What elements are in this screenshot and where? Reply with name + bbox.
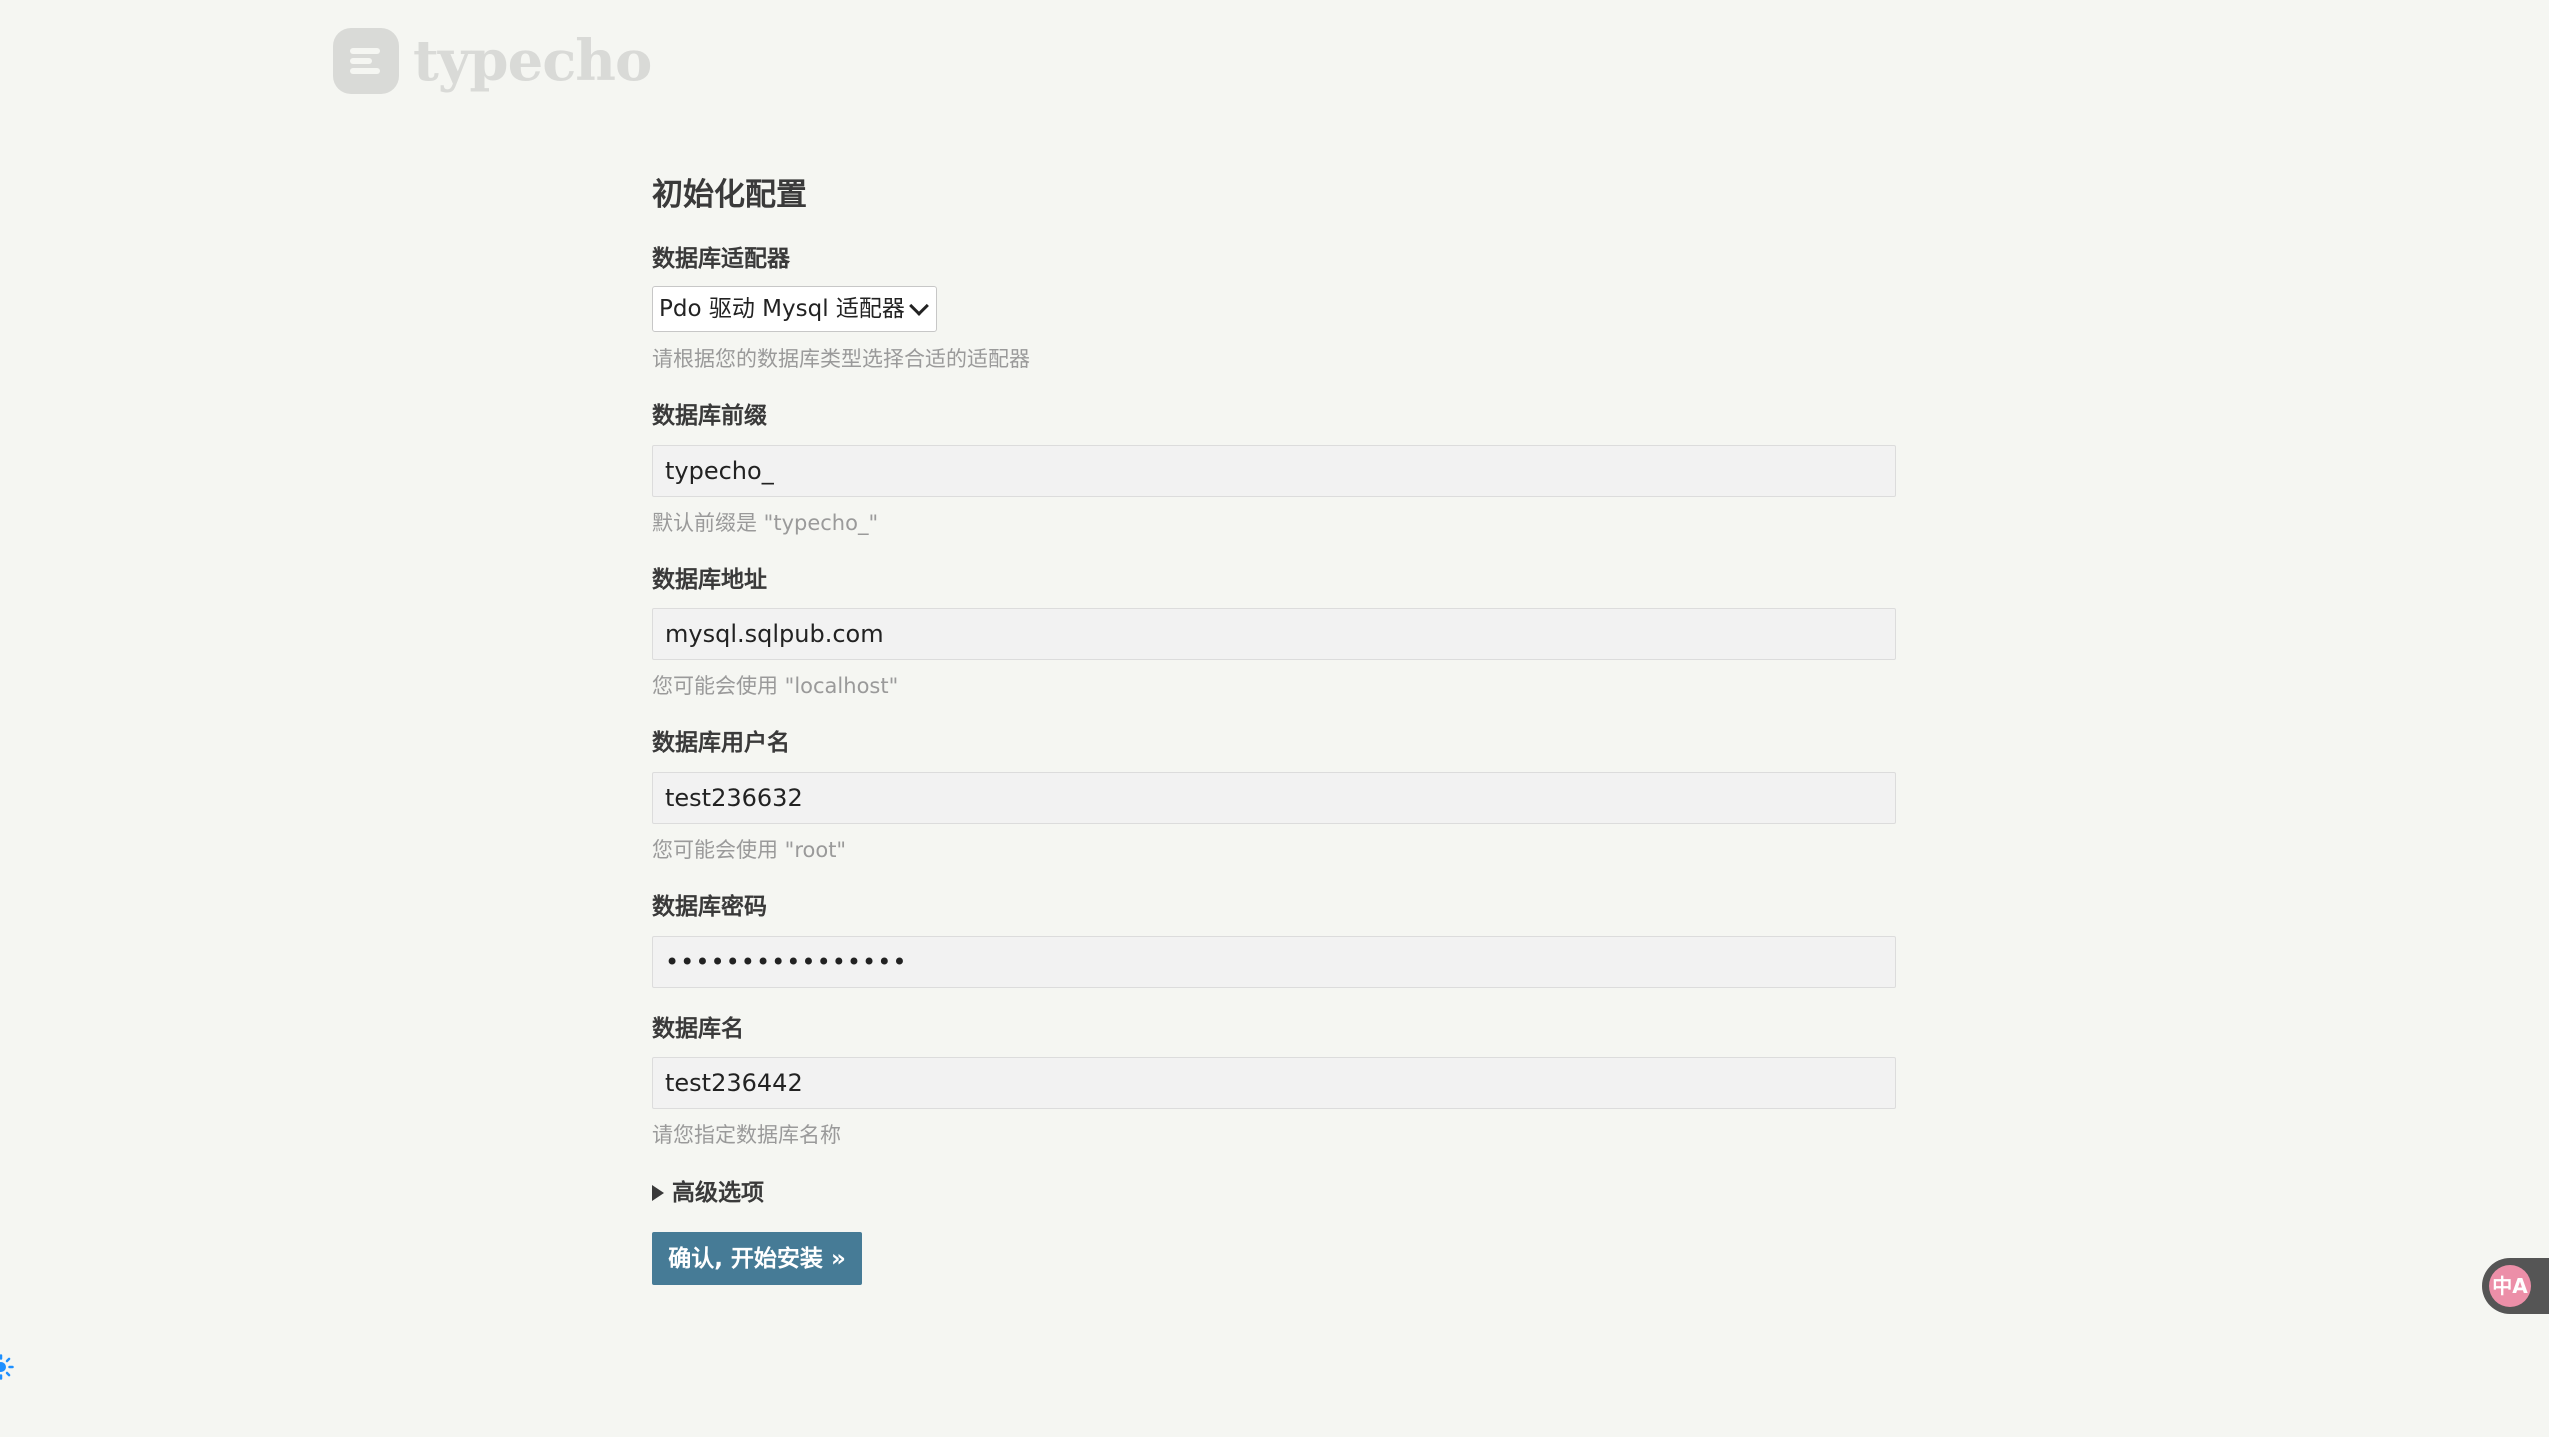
install-page: typecho 初始化配置 数据库适配器 Pdo 驱动 Mysql 适配器 请根…	[0, 0, 2549, 1437]
host-label: 数据库地址	[652, 567, 767, 593]
adapter-hint: 请根据您的数据库类型选择合适的适配器	[652, 347, 1030, 371]
advanced-options-label: 高级选项	[672, 1180, 764, 1206]
user-label: 数据库用户名	[652, 730, 790, 756]
typecho-logo[interactable]: typecho	[333, 28, 652, 94]
translate-icon: 中A	[2489, 1265, 2531, 1307]
prefix-label: 数据库前缀	[652, 403, 767, 429]
adapter-select[interactable]: Pdo 驱动 Mysql 适配器	[652, 286, 937, 332]
host-hint: 您可能会使用 "localhost"	[652, 674, 899, 698]
triangle-right-icon	[652, 1185, 664, 1201]
user-input[interactable]: test236632	[652, 772, 1896, 824]
adapter-select-value: Pdo 驱动 Mysql 适配器	[659, 296, 905, 322]
translate-widget[interactable]: 中A	[2482, 1258, 2549, 1314]
page-title: 初始化配置	[652, 177, 807, 213]
advanced-options-toggle[interactable]: 高级选项	[652, 1178, 764, 1208]
password-input[interactable]: ••••••••••••••••	[652, 936, 1896, 988]
logo-text: typecho	[413, 28, 652, 94]
submit-install-button[interactable]: 确认, 开始安装 »	[652, 1232, 862, 1285]
prefix-input[interactable]: typecho_	[652, 445, 1896, 497]
dbname-label: 数据库名	[652, 1016, 744, 1042]
prefix-hint: 默认前缀是 "typecho_"	[652, 511, 879, 535]
adapter-label: 数据库适配器	[652, 246, 790, 272]
chevron-down-icon	[909, 296, 929, 316]
host-input[interactable]: mysql.sqlpub.com	[652, 608, 1896, 660]
sun-icon[interactable]	[0, 1354, 14, 1380]
password-label: 数据库密码	[652, 894, 767, 920]
typecho-logo-icon	[333, 28, 399, 94]
dbname-hint: 请您指定数据库名称	[652, 1123, 841, 1147]
dbname-input[interactable]: test236442	[652, 1057, 1896, 1109]
user-hint: 您可能会使用 "root"	[652, 838, 847, 862]
